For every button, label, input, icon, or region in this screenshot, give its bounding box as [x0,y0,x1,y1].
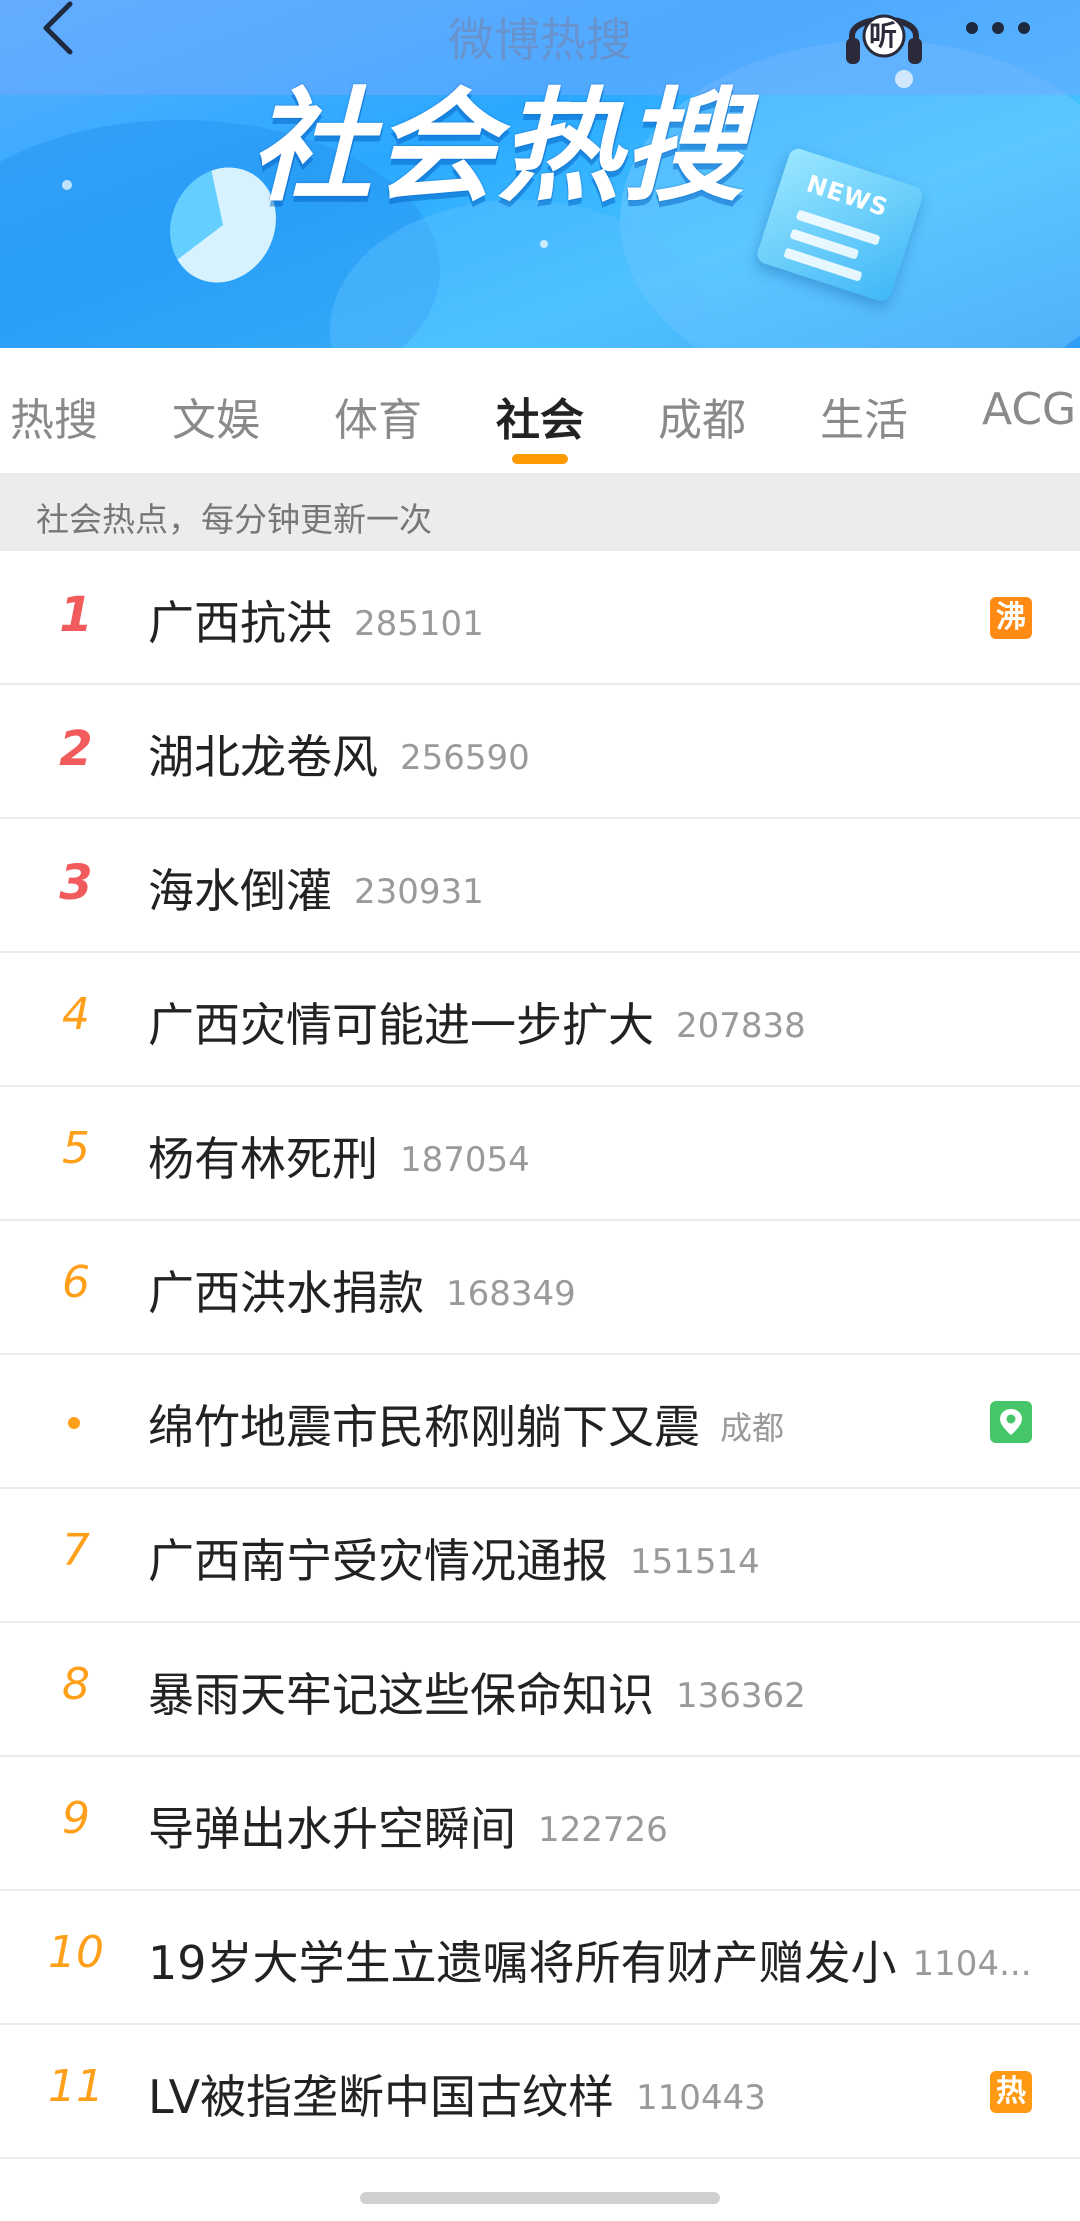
topic-title: 广西灾情可能进一步扩大 207838 [148,998,806,1052]
list-item[interactable]: 5 杨有林死刑 187054 [0,1087,1080,1221]
heat-count: 110443 [636,2078,766,2118]
heat-count: 285101 [354,604,484,644]
list-item[interactable]: 7 广西南宁受灾情况通报 151514 [0,1489,1080,1623]
more-options-icon[interactable] [962,16,1034,40]
notice-text: 社会热点，每分钟更新一次 [36,500,432,539]
rank-number: 6 [62,1257,90,1308]
list-item[interactable]: 3 海水倒灌 230931 [0,819,1080,953]
rank-number: 5 [62,1123,90,1174]
rank-dot-icon [68,1417,80,1429]
topic-title: 广西抗洪 285101 [148,596,484,650]
home-indicator[interactable] [360,2192,720,2204]
rank-number: 10 [48,1927,104,1978]
heat-count: 207838 [676,1006,806,1046]
list-item[interactable]: 8 暴雨天牢记这些保命知识 136362 [0,1623,1080,1757]
list-item[interactable]: 6 广西洪水捐款 168349 [0,1221,1080,1355]
boil-badge: 沸 [990,597,1032,639]
update-notice: 社会热点，每分钟更新一次 [0,475,1080,551]
banner-dot [540,240,548,248]
banner-title: 社会热搜 [250,76,746,218]
list-item[interactable]: 10 19岁大学生立遗嘱将所有财产赠发小 1104... [0,1891,1080,2025]
list-item[interactable]: 9 导弹出水升空瞬间 122726 [0,1757,1080,1891]
topic-title: LV被指垄断中国古纹样 110443 [148,2070,766,2124]
topic-title: 广西洪水捐款 168349 [148,1266,576,1320]
topic-title: 海水倒灌 230931 [148,864,484,918]
rank-number: 9 [62,1793,90,1844]
topic-title: 广西南宁受灾情况通报 151514 [148,1534,760,1588]
rank-number: 2 [59,721,93,777]
hot-badge: 热 [990,2071,1032,2113]
list-item[interactable]: 绵竹地震市民称刚躺下又震 成都 [0,1355,1080,1489]
tab-life[interactable]: 生活 [820,384,908,448]
topic-title: 杨有林死刑 187054 [148,1132,530,1186]
rank-number: 3 [59,855,93,911]
heat-count: 1104... [912,1944,1032,1984]
list-item[interactable]: 11 LV被指垄断中国古纹样 110443 热 [0,2025,1080,2159]
listen-label: 听 [869,19,898,52]
tab-acg[interactable]: ACG [982,384,1076,435]
rank-number: 1 [59,587,93,643]
topic-title: 暴雨天牢记这些保命知识 136362 [148,1668,806,1722]
location-pin-icon [990,1401,1032,1443]
list-item[interactable]: 2 湖北龙卷风 256590 [0,685,1080,819]
rank-number: 4 [62,989,90,1040]
topic-title: 19岁大学生立遗嘱将所有财产赠发小 1104... [148,1936,1032,1990]
list-item[interactable]: 1 广西抗洪 285101 沸 [0,551,1080,685]
tab-society[interactable]: 社会 [496,384,584,448]
rank-number: 7 [62,1525,90,1576]
rank-number: 8 [62,1659,90,1710]
listen-button[interactable]: 听 [842,0,926,66]
tab-entertainment[interactable]: 文娱 [172,384,260,448]
tab-sports[interactable]: 体育 [334,384,422,448]
list-item[interactable]: 4 广西灾情可能进一步扩大 207838 [0,953,1080,1087]
heat-count: 168349 [446,1274,576,1314]
location-label: 成都 [720,1409,785,1447]
heat-count: 151514 [630,1542,760,1582]
back-arrow-icon[interactable] [34,0,94,60]
topic-title: 绵竹地震市民称刚躺下又震 成都 [148,1400,785,1454]
rank-number: 11 [48,2061,104,2112]
topic-title: 导弹出水升空瞬间 122726 [148,1802,668,1856]
category-tabs: 热搜 文娱 体育 社会 成都 生活 ACG [0,348,1080,474]
heat-count: 136362 [676,1676,806,1716]
tab-chengdu[interactable]: 成都 [658,384,746,448]
banner-dot [62,180,72,190]
hot-search-list: 1 广西抗洪 285101 沸 2 湖北龙卷风 256590 3 海水倒灌 23093… [0,551,1080,2159]
hero-banner: NEWS 社会热搜 微博热搜 听 [0,0,1080,348]
topic-title: 湖北龙卷风 256590 [148,730,530,784]
tab-hot-search[interactable]: 热搜 [10,384,98,448]
heat-count: 122726 [538,1810,668,1850]
banner-dot [895,70,913,88]
heat-count: 187054 [400,1140,530,1180]
active-tab-indicator [512,454,568,464]
heat-count: 256590 [400,738,530,778]
heat-count: 230931 [354,872,484,912]
